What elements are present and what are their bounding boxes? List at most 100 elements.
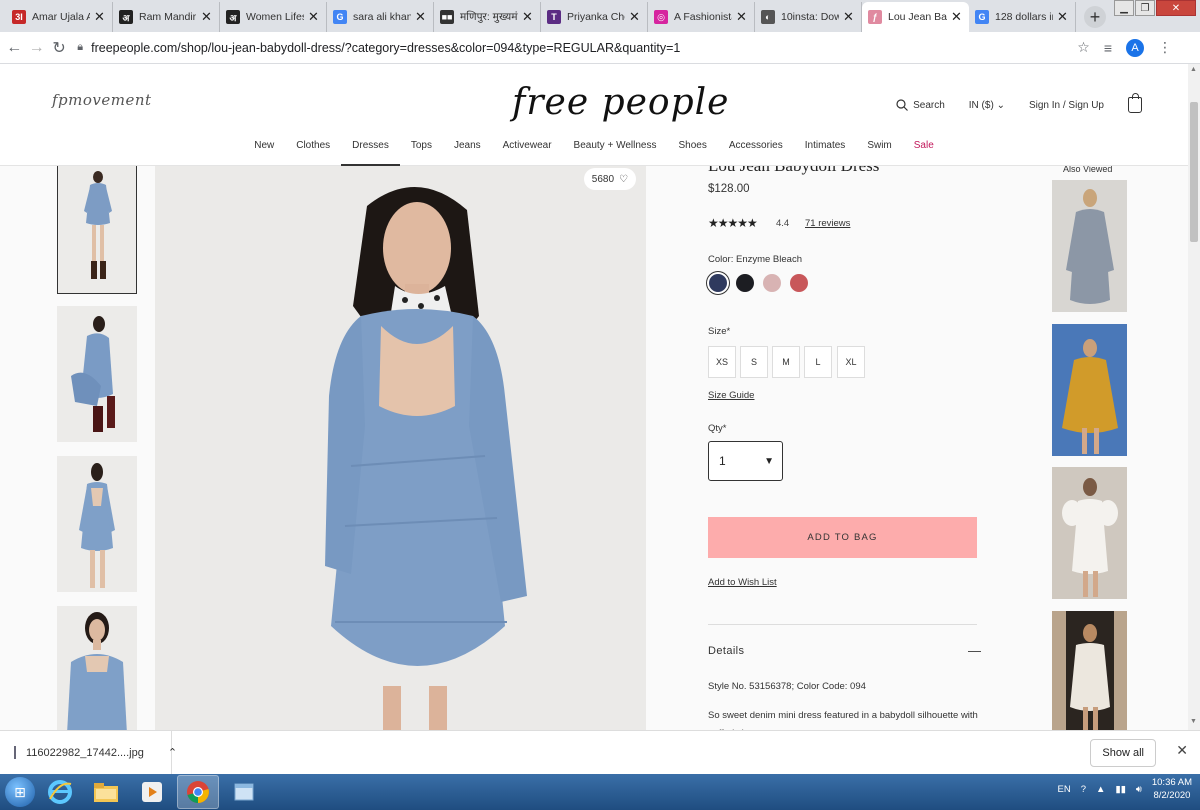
favorite-count-button[interactable]: 5680 ♡ (583, 168, 636, 190)
close-icon[interactable]: ✕ (94, 9, 106, 25)
fp-movement-logo[interactable]: fpmovement (52, 91, 152, 109)
thumbnail-4[interactable] (57, 606, 137, 730)
nav-item-clothes[interactable]: Clothes (285, 139, 341, 165)
color-swatch-red[interactable] (790, 274, 808, 292)
tab-priyanka-chopra[interactable]: T Priyanka Chop ✕ (541, 2, 648, 32)
also-viewed-item-2[interactable] (1052, 324, 1127, 456)
search-label: Search (913, 99, 945, 111)
nav-item-tops[interactable]: Tops (400, 139, 443, 165)
close-icon[interactable]: ✕ (1057, 9, 1069, 25)
reading-list-icon[interactable]: ≡ (1104, 40, 1112, 56)
nav-item-shoes[interactable]: Shoes (667, 139, 717, 165)
close-icon[interactable]: ✕ (201, 9, 213, 25)
tab-amar-ujala[interactable]: 3I Amar Ujala Ad ✕ (6, 2, 113, 32)
window-close-button[interactable]: ✕ (1156, 0, 1196, 16)
show-all-button[interactable]: Show all (1090, 739, 1156, 767)
tab-sara-ali-khan[interactable]: Gsara ali khan b ✕ (327, 2, 434, 32)
page-scrollbar[interactable]: ▲ ▼ (1188, 64, 1200, 730)
color-swatch-navy[interactable] (709, 274, 727, 292)
start-button[interactable]: ⊞ (5, 777, 35, 807)
nav-item-intimates[interactable]: Intimates (794, 139, 857, 165)
size-option-s[interactable]: S (740, 346, 768, 378)
nav-item-dresses[interactable]: Dresses (341, 139, 400, 166)
free-people-logo[interactable]: free people (512, 82, 729, 123)
reload-icon[interactable]: ↻ (51, 37, 67, 59)
also-viewed-item-3[interactable] (1052, 467, 1127, 599)
tab-women-lifestyle[interactable]: अ Women Lifesty ✕ (220, 2, 327, 32)
close-icon[interactable]: ✕ (1176, 742, 1188, 759)
thumbnail-2[interactable] (57, 306, 137, 442)
nav-item-accessories[interactable]: Accessories (718, 139, 794, 165)
tab-strip: 3I Amar Ujala Ad ✕ अ Ram Mandir B ✕ अ Women L… (0, 0, 1200, 32)
scrollbar-thumb[interactable] (1190, 102, 1198, 242)
thumbnail-1[interactable] (57, 166, 137, 294)
close-icon[interactable]: ✕ (308, 9, 320, 25)
details-heading[interactable]: Details (708, 645, 744, 657)
collapse-minus-icon[interactable]: — (968, 643, 981, 658)
close-icon[interactable]: ✕ (415, 9, 427, 25)
close-icon[interactable]: ✕ (843, 9, 855, 25)
minimize-button[interactable]: ▁ (1114, 0, 1134, 16)
taskbar-chrome-icon[interactable] (177, 775, 219, 809)
likes-count: 5680 (591, 173, 615, 185)
nav-item-new[interactable]: New (243, 139, 285, 165)
color-swatch-pink[interactable] (763, 274, 781, 292)
chevron-up-icon[interactable]: ⌃ (168, 746, 177, 759)
also-viewed-item-4[interactable] (1052, 611, 1127, 730)
new-tab-button[interactable]: + (1084, 6, 1106, 28)
main-product-image[interactable]: 5680 ♡ (155, 166, 646, 730)
nav-item-activewear[interactable]: Activewear (492, 139, 563, 165)
size-option-m[interactable]: M (772, 346, 800, 378)
also-viewed-item-1[interactable] (1052, 180, 1127, 312)
tab-lou-jean-babydoll[interactable]: ƒ Lou Jean Baby ✕ (862, 2, 969, 32)
size-guide-link[interactable]: Size Guide (708, 390, 754, 401)
add-to-wish-list-link[interactable]: Add to Wish List (708, 577, 777, 588)
size-option-xl[interactable]: XL (837, 346, 865, 378)
tab-fashionista[interactable]: ◎ A Fashionista's ✕ (648, 2, 755, 32)
tab-10insta[interactable]: ◐ 10insta: Down ✕ (755, 2, 862, 32)
reviews-link[interactable]: 71 reviews (805, 218, 850, 229)
tab-ram-mandir[interactable]: अ Ram Mandir B ✕ (113, 2, 220, 32)
scroll-down-arrow-icon[interactable]: ▼ (1190, 718, 1197, 725)
bookmark-star-icon[interactable]: ☆ (1077, 39, 1090, 56)
taskbar-explorer-icon[interactable] (85, 775, 127, 809)
url-field[interactable]: 🔒︎ freepeople.com/shop/lou-jean-babydoll… (77, 35, 1077, 61)
tab-favicon: अ (119, 10, 133, 24)
tab-manipur[interactable]: ■■ मणिपुर: मुख्यमं ✕ (434, 2, 541, 32)
close-icon[interactable]: ✕ (522, 9, 534, 25)
search-button[interactable]: Search (896, 99, 945, 111)
color-swatch-black[interactable] (736, 274, 754, 292)
menu-kebab-icon[interactable]: ⋮ (1158, 39, 1172, 56)
close-icon[interactable]: ✕ (736, 9, 748, 25)
thumbnail-3[interactable] (57, 456, 137, 592)
shopping-bag-icon[interactable] (1128, 93, 1142, 113)
close-icon[interactable]: ✕ (629, 9, 641, 25)
language-indicator[interactable]: EN (1057, 784, 1070, 795)
nav-item-jeans[interactable]: Jeans (443, 139, 492, 165)
back-arrow-icon[interactable]: ← (6, 37, 22, 59)
nav-item-beauty-wellness[interactable]: Beauty + Wellness (563, 139, 668, 165)
profile-avatar[interactable]: A (1126, 38, 1144, 57)
quantity-select[interactable]: 1 ▼ (708, 441, 783, 481)
taskbar-app-icon[interactable] (223, 775, 265, 809)
size-option-l[interactable]: L (804, 346, 832, 378)
scroll-up-arrow-icon[interactable]: ▲ (1190, 66, 1197, 73)
nav-item-sale[interactable]: Sale (903, 139, 945, 165)
taskbar-media-player-icon[interactable] (131, 775, 173, 809)
download-item[interactable]: 116022982_17442....jpg ⌃ (0, 730, 177, 775)
tab-128-dollars[interactable]: G 128 dollars in ✕ (969, 2, 1076, 32)
close-icon[interactable]: ✕ (951, 9, 963, 25)
restore-button[interactable]: ❐ (1135, 0, 1155, 16)
forward-arrow-icon[interactable]: → (28, 37, 45, 59)
sign-in-link[interactable]: Sign In / Sign Up (1029, 100, 1104, 111)
currency-selector[interactable]: IN ($) ⌄ (969, 100, 1005, 111)
volume-icon[interactable]: 🔊︎ (1136, 784, 1142, 795)
nav-item-swim[interactable]: Swim (856, 139, 902, 165)
size-option-xs[interactable]: XS (708, 346, 736, 378)
clock[interactable]: 10:36 AM 8/2/2020 (1152, 776, 1192, 802)
add-to-bag-button[interactable]: ADD TO BAG (708, 517, 977, 558)
tray-expand-icon[interactable]: ▲ (1096, 784, 1105, 795)
help-icon[interactable]: ? (1081, 784, 1086, 795)
network-icon[interactable]: ▮▮ (1115, 784, 1125, 795)
taskbar-ie-icon[interactable] (39, 775, 81, 809)
